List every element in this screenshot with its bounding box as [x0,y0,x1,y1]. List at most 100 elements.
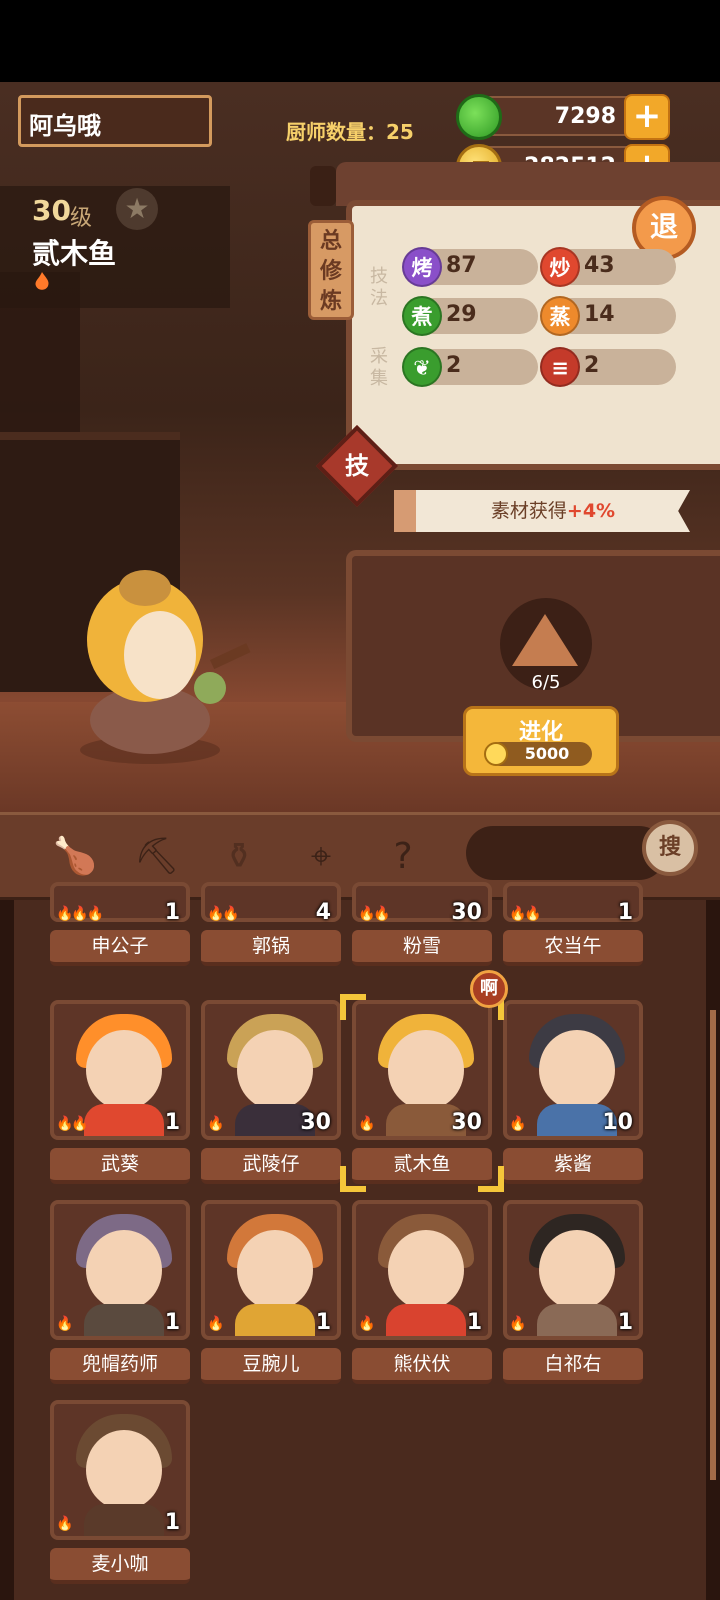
chef-body [235,1304,315,1336]
location-pin-icon[interactable]: ⌖ [296,832,346,882]
roast-value: 87 [446,253,477,278]
chef-level: 30 [451,900,482,925]
jade-currency: 7298 + [456,94,670,140]
chef-face [539,1030,615,1110]
meat-leg-icon[interactable]: 🍗 [50,832,100,882]
chef-face [237,1030,313,1110]
chef-level: 1 [164,1310,180,1335]
flame-icons: 🔥 [207,1316,224,1332]
chef-name-plate: 紫酱 [503,1148,643,1184]
gather-meat: ≡ 2 [540,347,676,387]
vegetable-icon: ❦ [402,347,442,387]
steam-icon: 蒸 [540,296,580,336]
chef-name-plate: 熊伏伏 [352,1348,492,1384]
chef-name-plate: 郭锅 [201,930,341,966]
chef-name-plate: 兜帽药师 [50,1348,190,1384]
skills-label: 技法 [370,266,388,309]
chef-face [237,1230,313,1310]
chef-level: 30 [300,1110,331,1135]
bonus-text: 素材获得 [490,500,567,522]
chef-name-plate: 农当午 [503,930,643,966]
flame-icons: 🔥🔥 [509,906,542,922]
stirfry-icon: 炒 [540,247,580,287]
status-bar [0,0,720,82]
chef-level: 1 [466,1310,482,1335]
chef-count-value: 25 [386,120,414,144]
jar-icon[interactable]: ⚱ [214,832,264,882]
skill-roast: 烤 87 [402,247,538,287]
gather-vegetable: ❦ 2 [402,347,538,387]
chef-face [388,1230,464,1310]
chef-name-plate: 白祁右 [503,1348,643,1384]
chef-name-plate: 武葵 [50,1148,190,1184]
gather-label: 采集 [370,346,388,389]
add-jade-button[interactable]: + [624,94,670,140]
chef-name-plate: 粉雪 [352,930,492,966]
fragment-count: 6/5 [531,672,561,693]
chef-level: 10 [602,1110,633,1135]
grid-left-border [0,900,14,1600]
chef-body [537,1304,617,1336]
chef-level: 30 [32,194,71,227]
favorite-star-icon[interactable]: ★ [116,188,158,230]
boil-icon: 煮 [402,296,442,336]
chef-level: 4 [315,900,331,925]
chef-level: 1 [617,1310,633,1335]
chef-face [388,1030,464,1110]
selection-corner [340,1166,366,1192]
chef-name-plate: 武陵仔 [201,1148,341,1184]
coin-icon [484,742,508,766]
chef-face [86,1430,162,1510]
chef-face [539,1230,615,1310]
skill-stirfry: 炒 43 [540,247,676,287]
meat-value: 2 [584,353,600,378]
chef-name-plate: 贰木鱼 [352,1148,492,1184]
grid-scrollbar[interactable] [710,1010,716,1480]
chef-character-figure [80,570,251,764]
chef-face [86,1030,162,1110]
vegetable-value: 2 [446,353,462,378]
chef-level: 1 [315,1310,331,1335]
flame-icons: 🔥🔥🔥 [56,906,104,922]
chef-body [84,1304,164,1336]
chef-level: 1 [164,900,180,925]
flame-icons: 🔥 [358,1316,375,1332]
flame-icons: 🔥🔥 [207,906,240,922]
chef-name-plate: 麦小咖 [50,1548,190,1584]
chef-level-unit: 级 [70,206,93,231]
flame-icons: 🔥🔥 [56,1116,89,1132]
flame-icons: 🔥 [509,1316,526,1332]
chef-count-label: 厨师数量： [286,120,386,144]
chef-level: 1 [617,900,633,925]
flame-icons: 🔥 [358,1116,375,1132]
search-button[interactable]: 搜 [642,820,698,876]
shovel-icon[interactable]: ⛏ [132,832,182,882]
board-peg [310,166,336,206]
material-bonus-ribbon: 素材获得+4% [394,490,690,532]
chef-body [84,1504,164,1536]
bonus-percent: +4% [566,500,616,522]
chef-body [386,1304,466,1336]
stirfry-value: 43 [584,253,615,278]
chef-level: 30 [451,1110,482,1135]
skill-button-label: 技 [345,452,369,480]
chef-face [86,1230,162,1310]
flame-icons: 🔥 [56,1316,73,1332]
meat-icon: ≡ [540,347,580,387]
chef-name-plate: 豆腕儿 [201,1348,341,1384]
flame-icons: 🔥🔥 [358,906,391,922]
roast-icon: 烤 [402,247,442,287]
search-input[interactable] [466,826,666,880]
total-training-tag[interactable]: 总修炼 [308,220,354,320]
map-question-icon[interactable]: ? [378,832,428,882]
chef-level: 1 [164,1110,180,1135]
flame-icons: 🔥 [56,1516,73,1532]
flame-icon [35,272,49,290]
chef-level: 1 [164,1510,180,1535]
player-name-box[interactable]: 阿乌哦 [18,95,212,147]
jade-icon [456,94,502,140]
jade-amount: 7298 [554,104,616,129]
flame-icons: 🔥 [509,1116,526,1132]
boil-value: 29 [446,302,477,327]
flame-icons: 🔥 [207,1116,224,1132]
